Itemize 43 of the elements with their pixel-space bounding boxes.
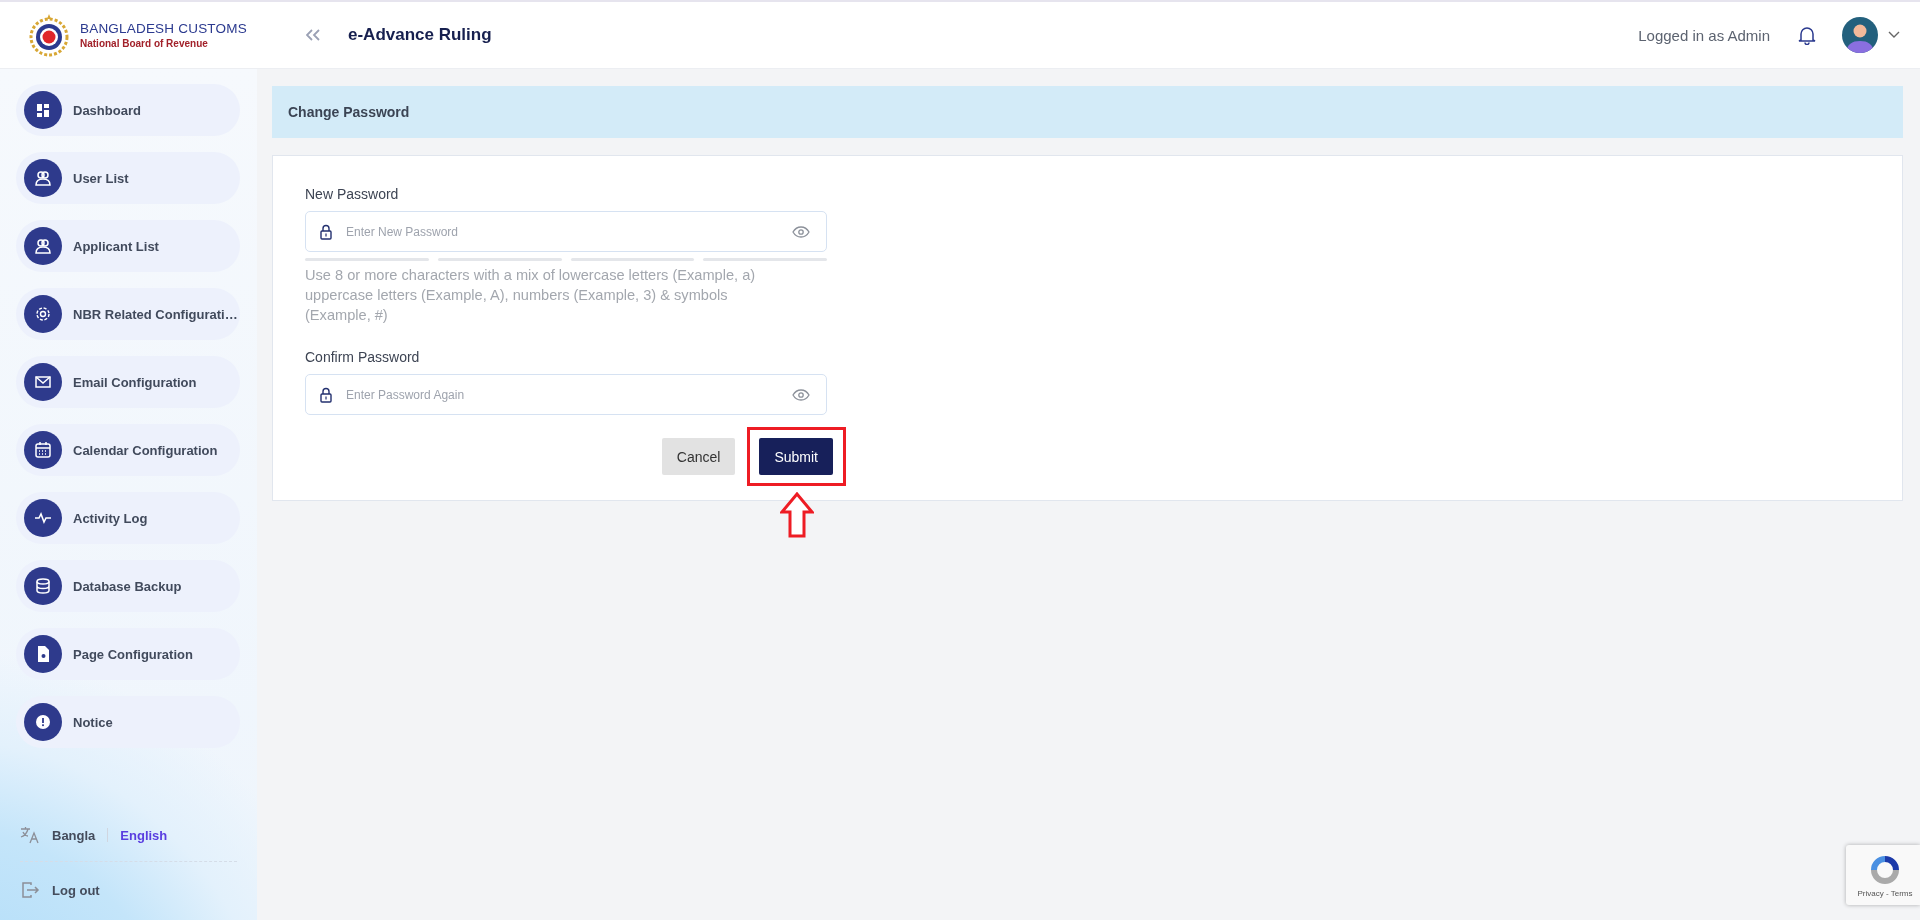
calendar-icon [24,431,62,469]
sidebar-item[interactable]: Dashboard [16,84,240,136]
page-title-bar: Change Password [272,86,1903,138]
users-icon [24,227,62,265]
logout-link[interactable]: Log out [20,880,237,900]
pulse-icon [24,499,62,537]
app-title: e-Advance Ruling [348,25,492,45]
eye-icon[interactable] [792,388,810,401]
logo-subtitle: National Board of Revenue [80,38,209,49]
field-label: Confirm Password [305,349,421,365]
logout-icon [20,880,40,900]
sidebar-item[interactable]: Database Backup [16,560,240,612]
sidebar-item[interactable]: Email Configuration [16,356,240,408]
submit-button[interactable]: Submit [759,438,833,475]
privacy-terms-links[interactable]: Privacy - Terms [1857,888,1913,898]
collapse-icon[interactable] [306,29,320,41]
bell-icon[interactable] [1798,25,1816,45]
users-icon [24,159,62,197]
translate-icon [20,825,40,845]
logo-title: BANGLADESH CUSTOMS [80,21,247,36]
grid-icon [24,91,62,129]
sidebar-item[interactable]: Page Configuration [16,628,240,680]
envelope-icon [24,363,62,401]
sidebar-item[interactable]: User List [16,152,240,204]
password-hint: Use 8 or more characters with a mix of lowercase letters (Example, a) uppercase letters (Example, A), numbers (Example, 3) & symbols (Example, #) [305,266,757,325]
sidebar-item[interactable]: Activity Log [16,492,240,544]
sidebar-item[interactable]: Calendar Configuration [16,424,240,476]
lock-icon [320,386,332,403]
chevron-down-icon[interactable] [1888,31,1900,39]
field-label: New Password [305,186,400,202]
lock-icon [320,223,332,240]
gear-icon [24,295,62,333]
eye-icon[interactable] [792,225,810,238]
avatar-icon[interactable] [1842,17,1878,53]
database-icon [24,567,62,605]
language-option[interactable]: Bangla [52,827,96,843]
sidebar-item[interactable]: Applicant List [16,220,240,272]
language-option[interactable]: English [120,827,168,843]
sidebar-item[interactable]: Notice [16,696,240,748]
cancel-button[interactable]: Cancel [661,438,736,475]
exclamation-icon [24,703,62,741]
sidebar-item[interactable]: NBR Related Configurati… [16,288,240,340]
user-status: Logged in as Admin [1638,26,1770,44]
